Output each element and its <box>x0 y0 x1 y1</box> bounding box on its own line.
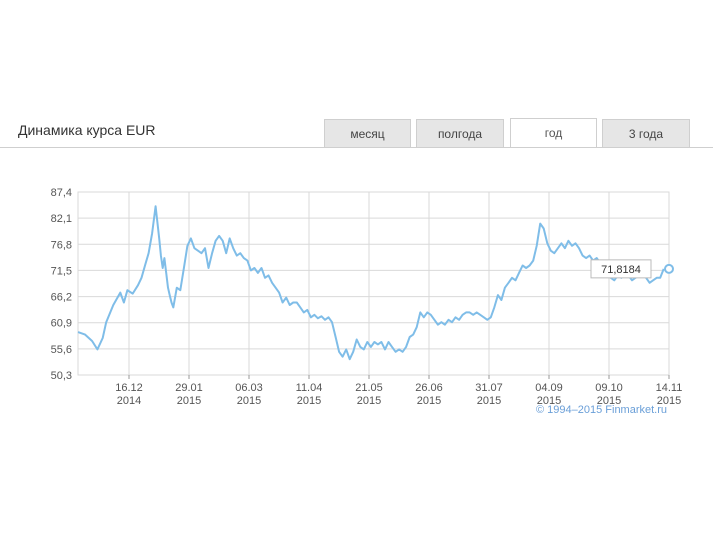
chart-title: Динамика курса EUR <box>18 122 156 138</box>
x-tick-label-date: 06.03 <box>235 382 263 394</box>
y-tick-label: 55,6 <box>51 344 72 356</box>
tab-month[interactable]: месяц <box>324 119 411 147</box>
x-tick-label-year: 2015 <box>177 395 201 407</box>
x-tick-label-date: 04.09 <box>535 382 563 394</box>
x-tick-label-date: 16.12 <box>115 382 143 394</box>
y-tick-label: 82,1 <box>51 213 72 225</box>
x-tick-label-date: 14.11 <box>656 382 683 394</box>
tab-year[interactable]: год <box>510 118 597 148</box>
value-tooltip-label: 71,8184 <box>601 264 641 276</box>
header-divider <box>0 147 713 148</box>
x-tick-label-year: 2015 <box>297 395 321 407</box>
y-tick-label: 50,3 <box>51 370 72 382</box>
tab-half-year[interactable]: полгода <box>416 119 504 147</box>
last-point-marker <box>664 263 674 274</box>
x-tick-label-year: 2015 <box>237 395 261 407</box>
x-tick-label-date: 09.10 <box>595 382 623 394</box>
y-tick-label: 87,4 <box>51 187 72 199</box>
x-tick-label-year: 2014 <box>117 395 141 407</box>
x-tick-label-date: 21.05 <box>355 382 383 394</box>
y-tick-label: 71,5 <box>51 265 72 277</box>
x-tick-label-year: 2015 <box>417 395 441 407</box>
eur-rate-chart: 87,482,176,871,566,260,955,650,316.12201… <box>51 187 683 407</box>
x-tick-label-year: 2015 <box>357 395 381 407</box>
series-line <box>77 205 665 361</box>
x-tick-label-year: 2015 <box>477 395 501 407</box>
y-tick-label: 60,9 <box>51 318 72 330</box>
y-tick-label: 76,8 <box>51 239 72 251</box>
x-tick-label-date: 31.07 <box>475 382 503 394</box>
x-tick-label-date: 29.01 <box>175 382 203 394</box>
copyright-note: © 1994–2015 Finmarket.ru <box>536 404 668 416</box>
y-tick-label: 66,2 <box>51 292 72 304</box>
tab-3-years[interactable]: 3 года <box>602 119 690 147</box>
chart-header: Динамика курса EUR месяц полгода год 3 г… <box>0 110 720 150</box>
x-tick-label-date: 26.06 <box>415 382 443 394</box>
x-tick-label-date: 11.04 <box>296 382 323 394</box>
